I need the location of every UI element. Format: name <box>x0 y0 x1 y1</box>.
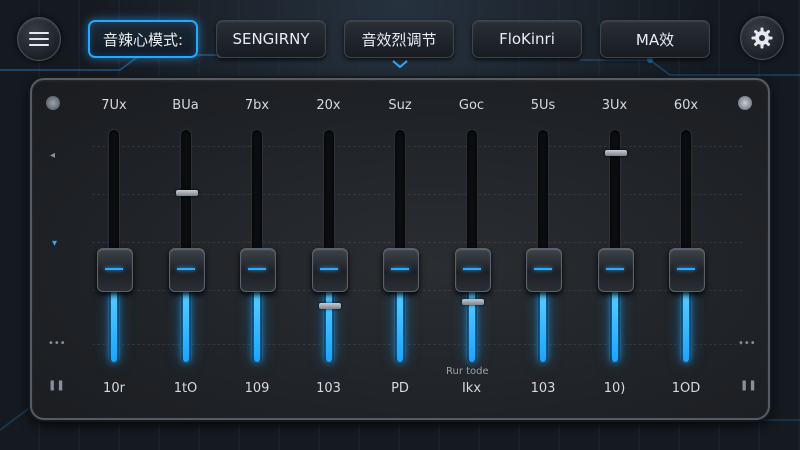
slider-knob[interactable] <box>240 248 276 293</box>
band-frequency-label: BUa <box>172 98 199 113</box>
band-frequency-label: 7bx <box>244 98 270 113</box>
slider-fill <box>325 287 332 362</box>
eq-band: 20x 103 <box>299 80 359 422</box>
reset-icon[interactable] <box>738 96 752 110</box>
slider-knob[interactable] <box>597 248 634 293</box>
band-frequency-label: 60x <box>673 98 699 113</box>
band-value-label: 10) <box>603 381 626 396</box>
hamburger-icon <box>29 28 49 50</box>
equalizer-panel: ◂ ▾ ••• ❚❚ ••• ❚❚ 7Ux 10r BUa 1tO 7bx 109 20x 1… <box>30 78 770 420</box>
band-frequency-label: Suz <box>388 98 412 113</box>
secondary-slider-handle[interactable] <box>318 303 341 310</box>
gear-icon <box>751 27 773 49</box>
tab-label: 音辣心模式: <box>102 30 184 49</box>
right-dots-icon: ••• <box>738 338 756 349</box>
power-icon[interactable] <box>46 96 60 110</box>
band-value-label: 103 <box>316 381 341 396</box>
slider-knob[interactable] <box>97 248 133 293</box>
band-value-label: 1OD <box>671 381 701 396</box>
tab-caret-icon <box>392 60 408 68</box>
eq-band: 60x 1OD <box>656 80 716 422</box>
tab-sound-adjust[interactable]: 音效烈调节 <box>344 20 454 58</box>
tab-flokinri[interactable]: FloKinri <box>472 20 582 58</box>
tab-sound-mode[interactable]: 音辣心模式: <box>88 20 198 58</box>
eq-band: 3Ux 10) <box>585 80 645 422</box>
secondary-slider-handle[interactable] <box>604 150 627 157</box>
menu-button[interactable] <box>17 17 61 61</box>
secondary-slider-handle[interactable] <box>461 298 484 305</box>
band-frequency-label: Goc <box>458 98 485 113</box>
band-frequency-label: 3Ux <box>601 98 628 113</box>
slider-knob[interactable] <box>454 248 491 293</box>
settings-button[interactable] <box>740 16 784 60</box>
slider-fill <box>397 287 403 362</box>
top-bar: 音辣心模式: SENGIRNY 音效烈调节 FloKinri MA效 <box>0 0 800 78</box>
slider-fill <box>683 287 689 362</box>
band-frequency-label: 5Us <box>530 98 556 113</box>
band-value-label: Ikx <box>461 381 482 396</box>
eq-band: 5Us 103 <box>513 80 573 422</box>
left-level-marker-icon: ▾ <box>52 238 58 249</box>
slider-fill <box>540 287 546 362</box>
left-dots-icon: ••• <box>48 338 66 349</box>
band-value-label: PD <box>391 381 409 396</box>
band-value-label: 10r <box>103 381 125 396</box>
slider-knob[interactable] <box>383 248 419 293</box>
slider-fill <box>111 287 117 362</box>
left-marker-icon: ◂ <box>50 150 56 161</box>
mode-label: Rur tode <box>446 366 489 377</box>
right-pause-icon[interactable]: ❚❚ <box>740 380 757 391</box>
slider-knob[interactable] <box>526 248 562 293</box>
slider-fill <box>611 287 618 362</box>
eq-band: 7bx 109 <box>227 80 287 422</box>
tab-label: SENGIRNY <box>232 30 310 48</box>
band-frequency-label: 20x <box>316 98 341 113</box>
tab-label: 音效烈调节 <box>361 30 437 49</box>
slider-knob[interactable] <box>311 248 348 293</box>
slider-fill <box>254 287 260 362</box>
tab-label: MA效 <box>635 30 675 49</box>
tab-sengirny[interactable]: SENGIRNY <box>216 20 326 58</box>
band-value-label: 103 <box>530 381 556 396</box>
slider-fill <box>182 287 189 362</box>
eq-band: BUa 1tO <box>156 80 216 422</box>
secondary-slider-handle[interactable] <box>175 189 198 196</box>
eq-band: 7Ux 10r <box>84 80 144 422</box>
band-frequency-label: 7Ux <box>101 98 127 113</box>
band-value-label: 1tO <box>173 381 198 396</box>
tab-label: FloKinri <box>499 30 555 48</box>
slider-knob[interactable] <box>669 248 705 293</box>
eq-band: Suz PD <box>370 80 430 422</box>
left-pause-icon[interactable]: ❚❚ <box>48 380 65 391</box>
slider-knob[interactable] <box>168 248 205 293</box>
tab-ma-effect[interactable]: MA效 <box>600 20 710 58</box>
band-value-label: 109 <box>244 381 270 396</box>
